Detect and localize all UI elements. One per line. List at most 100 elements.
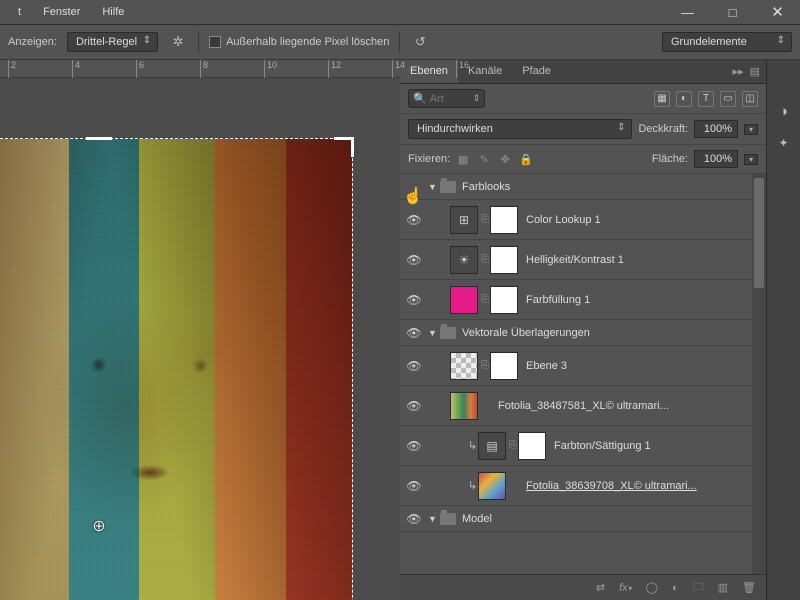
fill-value[interactable]: 100%	[694, 150, 738, 168]
layer-thumb	[478, 472, 506, 500]
layer-filter[interactable]: 🔍 ⇕	[408, 89, 485, 108]
tab-layers[interactable]: Ebenen	[400, 60, 458, 83]
layer-name[interactable]: Farbton/Sättigung 1	[554, 440, 651, 452]
reset-icon[interactable]: ↺	[410, 32, 430, 52]
link-icon[interactable]: ⎘	[508, 440, 518, 451]
disclosure-icon[interactable]: ▼	[428, 514, 440, 524]
layer-name[interactable]: Fotolia_38487581_XL© ultramari...	[498, 400, 669, 412]
layer-group[interactable]: 👁 ▼ Vektorale Überlagerungen	[400, 320, 766, 346]
blend-mode-dropdown[interactable]: Hindurchwirken	[408, 119, 632, 139]
lock-paint-icon[interactable]: ✎	[477, 153, 491, 166]
layer-mask[interactable]	[490, 286, 518, 314]
crop-center-icon[interactable]: ⊕	[92, 516, 105, 536]
link-icon[interactable]: ⎘	[480, 360, 490, 371]
visibility-toggle[interactable]: 👁	[400, 439, 428, 453]
fill-stepper[interactable]: ▾	[744, 154, 758, 165]
layer-row[interactable]: 👁 ⎘ Farbfüllung 1	[400, 280, 766, 320]
layer-name[interactable]: Ebene 3	[526, 360, 567, 372]
layer-row[interactable]: 👁 ⊞ ⎘ Color Lookup 1	[400, 200, 766, 240]
fill-thumb	[450, 286, 478, 314]
settings-icon[interactable]: ✲	[168, 32, 188, 52]
layer-mask[interactable]	[490, 246, 518, 274]
visibility-toggle[interactable]: 👁	[400, 479, 428, 493]
show-label: Anzeigen:	[8, 36, 57, 48]
visibility-toggle[interactable]: 👁	[400, 213, 428, 227]
new-layer-icon[interactable]: ▥	[718, 581, 728, 594]
lock-move-icon[interactable]: ✥	[498, 153, 512, 166]
link-icon[interactable]: ⎘	[480, 214, 490, 225]
crop-handle-top[interactable]	[86, 137, 112, 140]
minimize-button[interactable]: —	[665, 0, 710, 25]
layer-row[interactable]: 👁 ☀ ⎘ Helligkeit/Kontrast 1	[400, 240, 766, 280]
dock-strip: ◑ ✦	[766, 60, 800, 600]
dock-adjust-icon[interactable]: ◑	[771, 98, 797, 124]
visibility-toggle[interactable]: 👁	[400, 326, 428, 340]
group-name[interactable]: Farblooks	[462, 181, 510, 193]
crop-marquee[interactable]: ⊕	[0, 138, 353, 600]
new-adjustment-icon[interactable]: ◐	[672, 582, 679, 594]
menu-item[interactable]: t	[8, 2, 31, 22]
add-mask-icon[interactable]: ◯	[646, 581, 658, 594]
layer-row[interactable]: 👁 ↳ ▤ ⎘ Farbton/Sättigung 1	[400, 426, 766, 466]
folder-icon	[440, 327, 456, 339]
scrollbar-thumb[interactable]	[754, 178, 764, 288]
clip-icon: ↳	[468, 439, 478, 452]
layer-row[interactable]: 👁 Fotolia_38487581_XL© ultramari...	[400, 386, 766, 426]
clip-icon: ↳	[468, 479, 478, 492]
layer-group[interactable]: 👁 ▼ Model	[400, 506, 766, 532]
crop-handle-tr[interactable]	[334, 137, 354, 157]
scrollbar[interactable]	[752, 174, 766, 574]
group-name[interactable]: Model	[462, 513, 492, 525]
menu-item-window[interactable]: Fenster	[33, 2, 90, 22]
workspace-dropdown[interactable]: Grundelemente	[662, 32, 792, 52]
lock-transparent-icon[interactable]: ▩	[456, 153, 470, 166]
search-icon: 🔍	[413, 92, 427, 105]
filter-shape-icon[interactable]: ▭	[720, 91, 736, 107]
link-icon[interactable]: ⎘	[480, 254, 490, 265]
close-button[interactable]: ✕	[755, 0, 800, 25]
filter-adjust-icon[interactable]: ◐	[676, 91, 692, 107]
tab-paths[interactable]: Pfade	[512, 60, 561, 83]
overlay-dropdown[interactable]: Drittel-Regel	[67, 32, 158, 52]
opacity-value[interactable]: 100%	[694, 120, 738, 138]
new-group-icon[interactable]: 🗀	[693, 578, 704, 597]
visibility-toggle[interactable]: 👁	[400, 359, 428, 373]
canvas[interactable]: ⊕	[0, 78, 400, 600]
layer-row[interactable]: 👁 ↳ Fotolia_38639708_XL© ultramari...	[400, 466, 766, 506]
menu-item-help[interactable]: Hilfe	[92, 2, 134, 22]
layer-name[interactable]: Helligkeit/Kontrast 1	[526, 254, 624, 266]
layer-mask[interactable]	[490, 206, 518, 234]
disclosure-icon[interactable]: ▼	[428, 182, 440, 192]
layer-group[interactable]: ☝ ▼ Farblooks	[400, 174, 766, 200]
opacity-stepper[interactable]: ▾	[744, 124, 758, 135]
visibility-toggle[interactable]: 👁	[400, 512, 428, 526]
fx-icon[interactable]: fx▾	[619, 582, 632, 594]
layer-row[interactable]: 👁 ⎘ Ebene 3	[400, 346, 766, 386]
dock-paths-icon[interactable]: ✦	[771, 130, 797, 156]
visibility-toggle[interactable]: 👁	[400, 253, 428, 267]
lock-label: Fixieren:	[408, 153, 450, 165]
dock-layers-icon[interactable]	[771, 66, 797, 92]
delete-cropped-label: Außerhalb liegende Pixel löschen	[226, 36, 389, 48]
delete-layer-icon[interactable]: 🗑	[742, 581, 756, 594]
panel-menu-icon[interactable]: ▤	[750, 65, 760, 78]
layer-mask[interactable]	[490, 352, 518, 380]
maximize-button[interactable]: □	[710, 0, 755, 25]
visibility-toggle[interactable]: 👁	[400, 293, 428, 307]
panel-collapse-icon[interactable]: ▸▸	[733, 65, 744, 78]
visibility-toggle[interactable]: 👁	[400, 399, 428, 413]
filter-type-icon[interactable]: T	[698, 91, 714, 107]
disclosure-icon[interactable]: ▼	[428, 328, 440, 338]
link-layers-icon[interactable]: ⇄	[596, 581, 605, 594]
layer-name[interactable]: Farbfüllung 1	[526, 294, 590, 306]
layer-filter-input[interactable]	[430, 93, 470, 105]
layer-name[interactable]: Fotolia_38639708_XL© ultramari...	[526, 480, 697, 492]
lock-all-icon[interactable]: 🔒	[519, 153, 533, 166]
layer-mask[interactable]	[518, 432, 546, 460]
link-icon[interactable]: ⎘	[480, 294, 490, 305]
delete-cropped-checkbox[interactable]: Außerhalb liegende Pixel löschen	[209, 36, 389, 48]
layer-name[interactable]: Color Lookup 1	[526, 214, 601, 226]
filter-pixel-icon[interactable]: ▦	[654, 91, 670, 107]
filter-smart-icon[interactable]: ◫	[742, 91, 758, 107]
group-name[interactable]: Vektorale Überlagerungen	[462, 327, 590, 339]
